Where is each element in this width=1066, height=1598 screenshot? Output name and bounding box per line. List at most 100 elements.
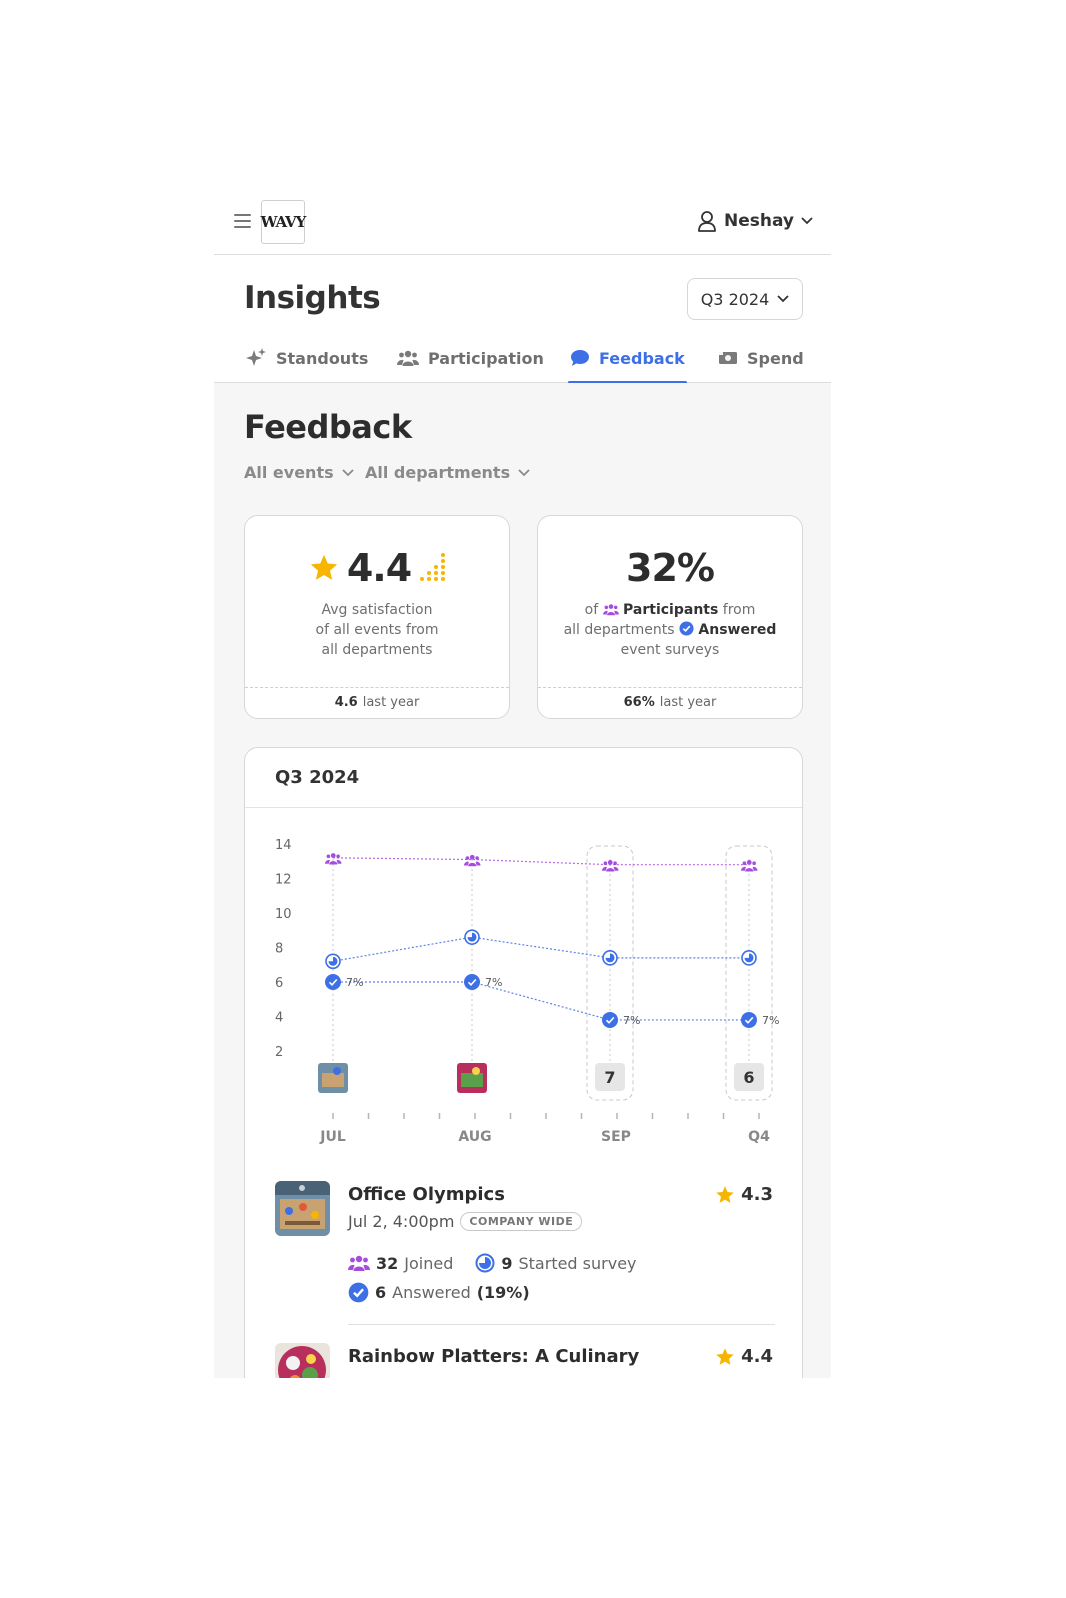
last-year-label: last year [659, 694, 717, 710]
tab-standouts[interactable]: Standouts [245, 333, 368, 383]
thumbnail-shape [472, 1067, 480, 1075]
people-icon [336, 854, 340, 859]
x-tick-label: Q4 [748, 1129, 770, 1145]
star-icon [716, 1347, 734, 1365]
quarter-select-value: Q3 2024 [700, 289, 770, 309]
chevron-down-icon [801, 217, 813, 225]
participation-description: of Participants from all departments Ans… [538, 600, 802, 660]
event-date: Jul 2, 4:00pm COMPANY WIDE [348, 1212, 583, 1231]
y-tick-label: 2 [275, 1045, 283, 1060]
people-icon [464, 861, 469, 866]
thumbnail-shape [333, 1067, 341, 1075]
people-icon [741, 866, 746, 871]
participants-label: Participants [623, 602, 719, 618]
divider [348, 1324, 775, 1325]
tab-label: Spend [747, 348, 804, 368]
people-icon [606, 868, 615, 872]
people-icon [330, 853, 336, 858]
star-icon [716, 1185, 734, 1203]
satisfaction-description: Avg satisfaction of all events from all … [245, 600, 509, 660]
people-icon [326, 854, 331, 859]
answered-percent-label: 7% [485, 976, 502, 989]
event-count: 6 [743, 1068, 754, 1087]
people-icon [742, 861, 747, 865]
check-circle-icon [348, 1282, 369, 1303]
people-icon [613, 866, 619, 871]
tab-label: Standouts [276, 348, 369, 368]
desc-line: all departments [321, 642, 433, 658]
tab-label: Participation [428, 348, 544, 368]
y-tick-label: 10 [275, 907, 292, 922]
people-icon [336, 859, 342, 864]
started-count: 9 [501, 1253, 513, 1273]
people-icon [602, 866, 607, 871]
joined-label: Joined [404, 1253, 454, 1273]
event-item[interactable]: Office Olympics 4.3 Jul 2, 4:00pm COMPAN… [275, 1181, 775, 1331]
departments-filter[interactable]: All departments [365, 463, 530, 482]
desc-text: event surveys [620, 642, 720, 658]
chevron-down-icon [518, 468, 530, 476]
event-item[interactable]: Rainbow Platters: A Culinary 4.4 [275, 1343, 775, 1378]
wavy-logo[interactable]: WAVY [261, 200, 306, 244]
quarter-select[interactable]: Q3 2024 [687, 278, 803, 320]
menu-icon[interactable] [234, 214, 251, 229]
joined-count: 32 [376, 1253, 399, 1273]
chevron-down-icon [341, 468, 354, 476]
last-year-label: last year [362, 694, 420, 710]
event-count: 7 [604, 1068, 615, 1087]
user-name: Neshay [723, 211, 794, 231]
feedback-section: Feedback All events All departments 4.4 … [214, 383, 831, 1378]
events-filter-label: All events [244, 463, 334, 482]
people-icon [468, 862, 477, 867]
events-filter[interactable]: All events [244, 463, 354, 482]
tab-participation[interactable]: Participation [397, 333, 544, 383]
tab-spend[interactable]: Spend [718, 333, 804, 383]
answered-percent-label: 7% [623, 1014, 640, 1027]
people-icon [603, 861, 608, 865]
x-tick-label: JUL [319, 1129, 346, 1145]
people-icon [465, 856, 470, 860]
event-title[interactable]: Office Olympics [348, 1184, 505, 1205]
answered-point [325, 974, 341, 990]
answered-point [602, 1011, 618, 1028]
participation-value: 32% [626, 546, 715, 590]
page-title: Insights [244, 280, 381, 316]
app-frame: WAVY Neshay Insights Q3 2024 Standouts P… [214, 193, 831, 1378]
y-tick-label: 4 [275, 1011, 283, 1026]
signal-dots-icon [420, 553, 446, 581]
tab-feedback[interactable]: Feedback [568, 333, 687, 384]
answered-percent: (19%) [476, 1283, 530, 1302]
event-thumbnail [275, 1343, 330, 1378]
people-icon [752, 861, 756, 865]
answered-percent-label: 7% [762, 1014, 779, 1027]
started-label: Started survey [518, 1253, 637, 1273]
people-icon [348, 1255, 370, 1271]
event-title[interactable]: Rainbow Platters: A Culinary [348, 1346, 639, 1367]
x-tick-label: AUG [458, 1129, 491, 1145]
desc-line: Avg satisfaction [321, 602, 433, 618]
people-icon [752, 866, 758, 871]
satisfaction-last-year: 4.6 last year [245, 686, 509, 718]
people-icon [329, 861, 338, 865]
event-thumbnail-marker [318, 1063, 348, 1093]
sparkles-icon [246, 348, 266, 366]
participation-last-year: 66% last year [538, 686, 802, 718]
answered-point [741, 1011, 757, 1028]
desc-text: of [584, 602, 599, 618]
people-icon [602, 604, 619, 616]
participation-card: 32% of Participants from all departments… [537, 515, 803, 719]
event-stats-row: 32 Joined 9 Started survey [348, 1253, 637, 1273]
y-tick-label: 14 [275, 838, 292, 853]
series-line [332, 857, 749, 866]
user-menu[interactable]: Neshay [697, 210, 813, 232]
answered-count: 6 [375, 1283, 387, 1302]
event-rating: 4.3 [715, 1184, 773, 1205]
people-icon [745, 868, 754, 872]
thumbnail-shape [322, 1073, 344, 1087]
event-rating-value: 4.3 [741, 1184, 773, 1205]
answered-percent-label: 7% [346, 976, 363, 989]
chat-bubble-icon [571, 350, 589, 366]
y-tick-label: 6 [275, 976, 283, 991]
answered-point [464, 974, 480, 990]
people-icon [469, 854, 475, 860]
